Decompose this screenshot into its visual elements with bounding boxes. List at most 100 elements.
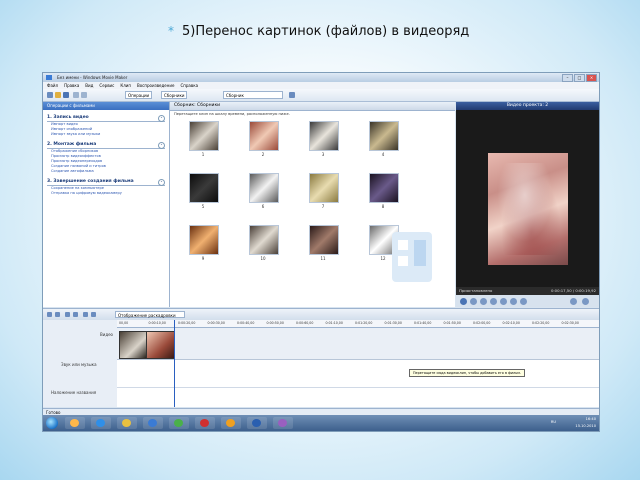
collections-button[interactable]: Сборники (161, 91, 188, 99)
task-link[interactable]: Импорт звука или музыки (43, 132, 169, 137)
menu-item[interactable]: Правка (64, 82, 79, 89)
collection-thumbnail[interactable] (369, 173, 399, 203)
thumbnail-number: 10 (260, 256, 266, 261)
timeline-clip-1[interactable] (119, 331, 147, 359)
collection-thumbnail[interactable] (189, 121, 219, 151)
thumbnail-number: 9 (201, 256, 205, 261)
collection-thumbnail[interactable] (189, 225, 219, 255)
timeline-mode-icon[interactable] (47, 312, 52, 317)
collection-thumbnail[interactable] (309, 225, 339, 255)
taskbar-app-icon[interactable] (169, 417, 189, 429)
timeline-ruler[interactable]: 00,00 0:00:10,00 0:00:20,00 0:00:30,00 0:00:… (117, 320, 599, 328)
collection-thumbnail[interactable] (309, 121, 339, 151)
collection-thumbnail[interactable] (189, 173, 219, 203)
redo-icon[interactable] (81, 92, 87, 98)
operations-button[interactable]: Операции (125, 91, 153, 99)
play-timeline-icon[interactable] (91, 312, 96, 317)
app-glyph-icon (122, 419, 131, 427)
timeline-clip-2[interactable] (146, 331, 175, 359)
ruler-tick: 0:02:00,00 (473, 321, 491, 325)
undo-icon[interactable] (73, 92, 79, 98)
taskbar-app-icon[interactable] (65, 417, 85, 429)
ruler-tick: 0:01:10,00 (325, 321, 343, 325)
menu-item[interactable]: Вид (85, 82, 93, 89)
monitor-status-bar: Приостановлено 0:00:17,50 / 0:00:19,92 (456, 287, 599, 295)
title-overlay-track[interactable] (117, 388, 599, 407)
collapse-chevron-icon[interactable]: ⌃ (158, 179, 165, 186)
rewind-icon[interactable] (490, 298, 497, 305)
snapshot-icon[interactable] (582, 298, 589, 305)
storyboard-toggle-button[interactable]: Отображение раскадровки (115, 311, 185, 318)
fullscreen-icon[interactable] (520, 298, 527, 305)
collapse-chevron-icon[interactable]: ⌃ (158, 115, 165, 122)
ruler-tick: 00,00 (119, 321, 129, 325)
save-project-icon[interactable] (63, 92, 69, 98)
collection-thumbnail[interactable] (369, 121, 399, 151)
taskbar-app-icon[interactable] (143, 417, 163, 429)
track-labels: Видео Звук или музыка Наложение названия (43, 320, 118, 407)
start-button[interactable] (46, 417, 58, 429)
thumbnail-number: 1 (201, 152, 205, 157)
menu-item[interactable]: Клип (120, 82, 131, 89)
minimize-icon[interactable]: – (562, 74, 573, 82)
thumbnail-number: 6 (261, 204, 265, 209)
monitor-header: Видео проекта: 2 (456, 102, 599, 110)
task-link[interactable]: Создание автофильма (43, 169, 169, 174)
language-indicator[interactable]: RU (551, 420, 556, 424)
playhead[interactable] (174, 320, 175, 407)
collection-thumbnail[interactable] (249, 121, 279, 151)
app-glyph-icon (174, 419, 183, 427)
task-section-title[interactable]: 3. Завершение создания фильма ⌃ (43, 178, 169, 186)
collapse-chevron-icon[interactable]: ⌃ (158, 142, 165, 149)
collection-thumbnail[interactable] (249, 225, 279, 255)
play-icon[interactable] (460, 298, 467, 305)
ruler-tick: 0:01:40,00 (414, 321, 432, 325)
collection-select[interactable]: Сборник (223, 91, 283, 99)
task-section: 1. Запись видео ⌃ Импорт видео Импорт изобр… (43, 114, 169, 137)
tray-date[interactable]: 15.10.2010 (575, 424, 596, 428)
open-project-icon[interactable] (55, 92, 61, 98)
preview-image (488, 153, 568, 265)
track-label-titles: Наложение названия (51, 390, 97, 395)
stop-icon[interactable] (470, 298, 477, 305)
new-project-icon[interactable] (47, 92, 53, 98)
task-link[interactable]: Отправка на цифровую видеокамеру (43, 191, 169, 196)
forward-icon[interactable] (500, 298, 507, 305)
app-glyph-icon (226, 419, 235, 427)
taskbar-app-icon[interactable] (221, 417, 241, 429)
up-folder-icon[interactable] (289, 92, 295, 98)
toolbar: Операции Сборники Сборник (43, 89, 599, 102)
collection-thumbnail[interactable] (309, 173, 339, 203)
zoom-out-icon[interactable] (73, 312, 78, 317)
task-sections: 1. Запись видео ⌃ Импорт видео Импорт изобр… (43, 114, 169, 196)
narrate-icon[interactable] (55, 312, 60, 317)
menu-item[interactable]: Справка (180, 82, 198, 89)
close-icon[interactable]: × (586, 74, 597, 82)
task-section: 3. Завершение создания фильма ⌃ Сохранение… (43, 178, 169, 196)
zoom-in-icon[interactable] (65, 312, 70, 317)
split-clip-icon[interactable] (570, 298, 577, 305)
task-section-title[interactable]: 1. Запись видео ⌃ (43, 114, 169, 122)
rewind-timeline-icon[interactable] (83, 312, 88, 317)
system-tray: RU 16:40 15.10.2010 (536, 416, 596, 430)
taskbar-app-icon[interactable] (273, 417, 293, 429)
collection-thumbnail[interactable] (249, 173, 279, 203)
taskbar-app-icon[interactable] (91, 417, 111, 429)
menu-item[interactable]: Сервис (99, 82, 114, 89)
previous-frame-icon[interactable] (480, 298, 487, 305)
menu-item[interactable]: Воспроизведение (137, 82, 174, 89)
taskbar-app-icon[interactable] (117, 417, 137, 429)
timeline-tracks (117, 328, 599, 407)
taskbar-app-icon[interactable] (247, 417, 267, 429)
app-glyph-icon (148, 419, 157, 427)
tray-time[interactable]: 16:40 (586, 417, 596, 421)
taskbar-app-icon[interactable] (195, 417, 215, 429)
ruler-tick: 0:00:60,00 (296, 321, 314, 325)
window-titlebar: Без имени - Windows Movie Maker – □ × (43, 73, 599, 82)
video-track[interactable] (117, 328, 599, 360)
task-section-title[interactable]: 2. Монтаж фильма ⌃ (43, 141, 169, 149)
audio-track[interactable] (117, 360, 599, 388)
menu-item[interactable]: Файл (47, 82, 58, 89)
next-frame-icon[interactable] (510, 298, 517, 305)
maximize-icon[interactable]: □ (574, 74, 585, 82)
